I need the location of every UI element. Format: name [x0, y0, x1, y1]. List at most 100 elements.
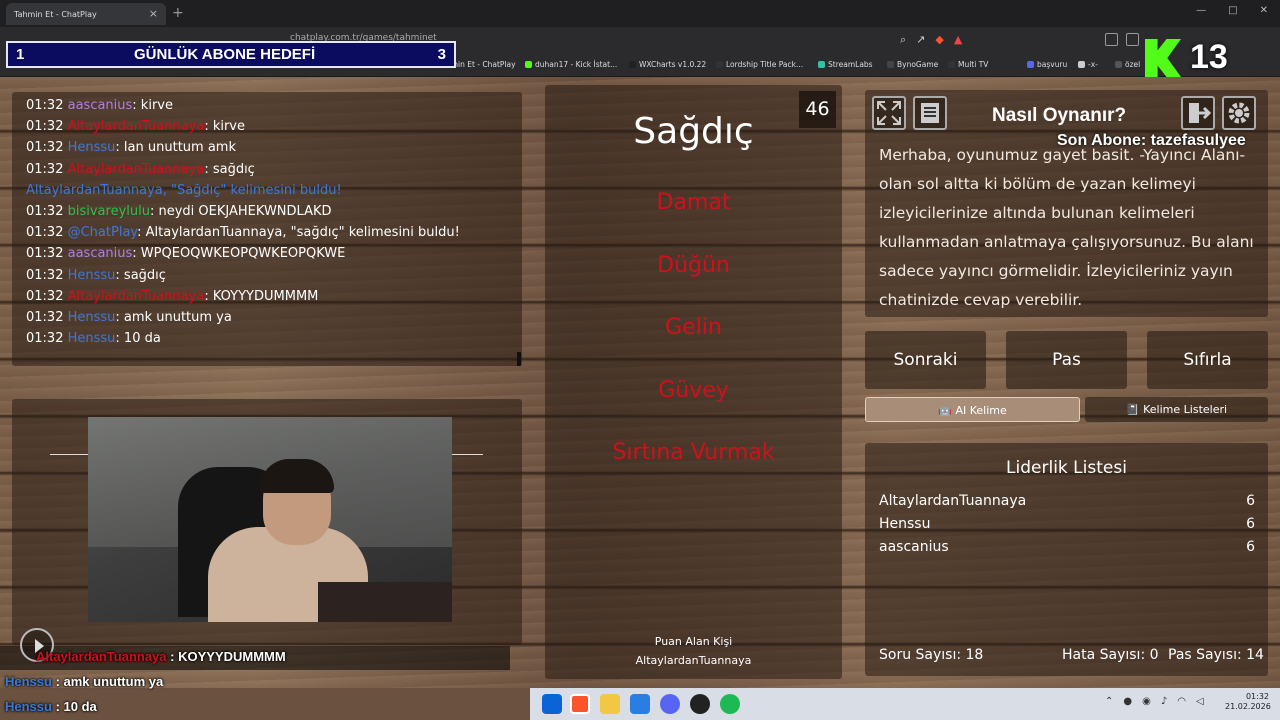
zoom-icon[interactable]: ⌕ [900, 33, 906, 47]
next-button[interactable]: Sonraki [865, 331, 986, 389]
bookmark-favicon-icon [525, 61, 532, 68]
player-score: 6 [1246, 516, 1255, 532]
settings-gear-icon[interactable] [1222, 96, 1256, 130]
scorer-label: Puan Alan Kişi [654, 635, 733, 648]
overlay-chat-text: : KOYYYDUMMMM [166, 649, 286, 664]
bookmark-item[interactable]: duhan17 - Kick İstat... [525, 60, 617, 69]
close-window-icon[interactable]: ✕ [1260, 5, 1268, 16]
goal-target: 3 [437, 46, 446, 63]
chat-text: : neydi OEKJAHEKWNDLAKD [149, 204, 332, 219]
exit-icon[interactable] [1181, 96, 1215, 130]
spotify-icon[interactable] [720, 694, 740, 714]
chat-username[interactable]: Henssu [68, 310, 116, 325]
close-tab-icon[interactable]: × [149, 7, 158, 20]
fullscreen-icon[interactable] [872, 96, 906, 130]
chat-text: : sağdıç [115, 267, 166, 283]
extension-icon[interactable] [1105, 33, 1118, 46]
app-icon[interactable] [630, 694, 650, 714]
bookmark-item[interactable]: WXCharts v1.0.22 [629, 60, 706, 69]
leaderboard-row: aascanius 6 [879, 539, 1255, 555]
bookmark-favicon-icon [818, 61, 825, 68]
steam-icon[interactable]: ◉ [1142, 696, 1151, 707]
word-lists-button[interactable]: 📓 Kelime Listeleri [1085, 397, 1268, 422]
bookmark-item[interactable]: -x- [1078, 60, 1098, 69]
chat-message: 01:32 AltaylardanTuannaya: KOYYYDUMMMM [26, 289, 318, 304]
maximize-icon[interactable]: □ [1228, 5, 1237, 16]
windows-start-icon[interactable] [542, 694, 562, 714]
file-explorer-icon[interactable] [600, 694, 620, 714]
overlay-chat-message: Henssu : 10 da [5, 699, 97, 714]
chat-username[interactable]: aascanius [68, 246, 133, 261]
minimize-icon[interactable]: — [1196, 5, 1206, 16]
taboo-word: Güvey [658, 378, 729, 403]
share-icon[interactable]: ↗ [916, 33, 925, 47]
microphone-icon[interactable]: ♪ [1161, 696, 1167, 707]
chat-username[interactable]: AltaylardanTuannaya [68, 289, 205, 304]
discord-icon[interactable] [660, 694, 680, 714]
ai-word-label: AI Kelime [955, 404, 1007, 417]
notes-icon[interactable] [913, 96, 947, 130]
chat-username[interactable]: AltaylardanTuannaya [68, 162, 205, 177]
reset-button[interactable]: Sıfırla [1147, 331, 1268, 389]
player-score: 6 [1246, 539, 1255, 555]
brave-rewards-icon[interactable]: ▲ [954, 33, 962, 47]
chat-scrollbar[interactable] [517, 352, 521, 366]
chat-username[interactable]: AltaylardanTuannaya, [26, 183, 171, 198]
wifi-icon[interactable]: ◠ [1177, 696, 1186, 707]
pass-count: Pas Sayısı: 14 [1168, 647, 1264, 663]
chat-message: 01:32 @ChatPlay: AltaylardanTuannaya, "s… [26, 225, 460, 240]
brave-browser-icon[interactable] [570, 694, 590, 714]
leaderboard-row: Henssu 6 [879, 516, 1255, 532]
chat-time: 01:32 [26, 331, 64, 347]
chat-username[interactable]: Henssu [68, 140, 116, 155]
volume-icon[interactable]: ◁ [1196, 696, 1204, 707]
bookmark-item[interactable]: StreamLabs [818, 60, 873, 69]
chat-username[interactable]: @ChatPlay [68, 225, 138, 240]
obs-icon[interactable] [690, 694, 710, 714]
chat-time: 01:32 [26, 246, 64, 262]
chat-message: 01:32 Henssu: lan unuttum amk [26, 140, 236, 155]
app-tray-icon[interactable]: ● [1123, 696, 1132, 707]
taboo-word: Sırtına Vurmak [612, 440, 775, 465]
chat-username[interactable]: AltaylardanTuannaya [68, 119, 205, 134]
bookmark-item[interactable]: başvuru [1027, 60, 1067, 69]
window-controls: — □ ✕ [1196, 5, 1268, 16]
chevron-up-icon[interactable]: ⌃ [1105, 696, 1113, 707]
bookmark-favicon-icon [629, 61, 636, 68]
chat-message: 01:32 aascanius: WPQEOQWKEOPQWKEOPQKWE [26, 246, 345, 261]
bookmark-item[interactable]: Multi TV [948, 60, 988, 69]
chat-text: : kirve [132, 98, 173, 113]
bookmark-label: özel [1125, 60, 1141, 69]
extension-icon[interactable] [1126, 33, 1139, 46]
chat-time: 01:32 [26, 225, 64, 241]
bookmark-item[interactable]: BynoGame [887, 60, 938, 69]
bookmark-item[interactable]: özel [1115, 60, 1140, 69]
chat-username[interactable]: Henssu [68, 268, 116, 283]
bookmark-item[interactable]: Lordship Title Pack... [716, 60, 803, 69]
brave-shield-icon[interactable]: ◆ [935, 33, 943, 47]
overlay-chat-username: Henssu [5, 699, 52, 714]
chat-text: : 10 da [115, 331, 161, 347]
chat-time: 01:32 [26, 204, 64, 219]
chat-message: 01:32 AltaylardanTuannaya: kirve [26, 119, 245, 134]
chat-username[interactable]: Henssu [68, 331, 116, 346]
chat-username[interactable]: bisivareylulu [68, 204, 150, 219]
overlay-chat-username: AltaylardanTuannaya [36, 649, 167, 664]
chat-message: AltaylardanTuannaya, "Sağdıç" kelimesini… [26, 183, 342, 198]
how-to-play-title: Nasıl Oynanır? [992, 105, 1127, 126]
tab-title: Tahmin Et - ChatPlay [14, 9, 97, 19]
chat-message: 01:32 Henssu: 10 da [26, 331, 161, 346]
new-tab-icon[interactable]: + [172, 5, 184, 21]
taboo-word: Gelin [665, 315, 722, 340]
overlay-chat-text: : amk unuttum ya [51, 674, 164, 689]
chat-message: 01:32 AltaylardanTuannaya: sağdıç [26, 162, 255, 177]
chat-time: 01:32 [26, 119, 64, 135]
address-icons: ⌕ ↗ ◆ ▲ [900, 33, 962, 47]
browser-tab-bar: Tahmin Et - ChatPlay × + — □ ✕ [0, 0, 1280, 27]
ai-word-button[interactable]: 🤖 AI Kelime [865, 397, 1080, 422]
chat-username[interactable]: aascanius [68, 98, 133, 113]
chat-time: 01:32 [26, 98, 64, 113]
clock[interactable]: 01:32 21.02.2026 [1225, 692, 1271, 712]
browser-tab[interactable]: Tahmin Et - ChatPlay × [6, 3, 166, 25]
pass-button[interactable]: Pas [1006, 331, 1127, 389]
